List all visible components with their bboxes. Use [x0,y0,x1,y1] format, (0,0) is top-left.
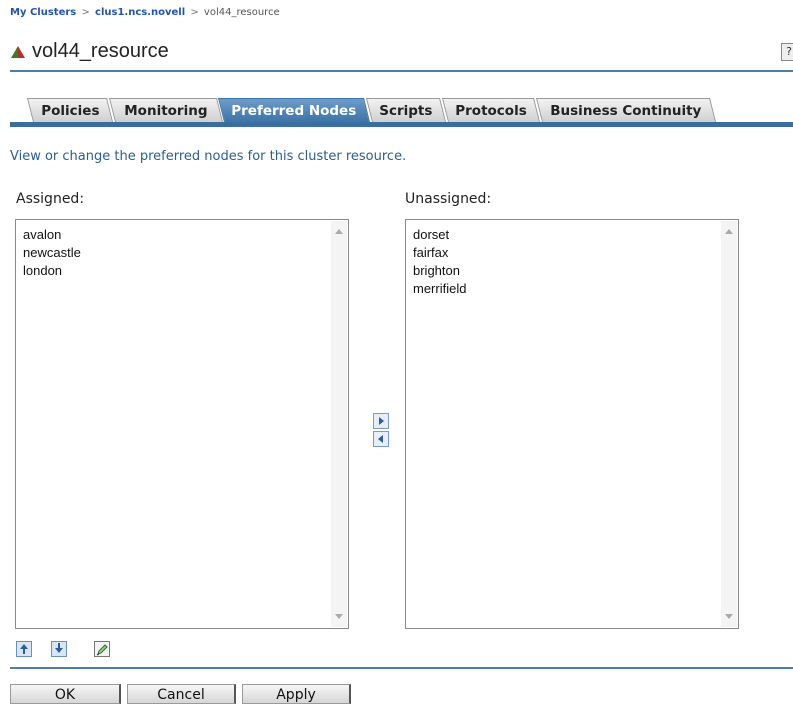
title-row: vol44_resource ? [10,40,793,68]
breadcrumb-cluster[interactable]: clus1.ncs.novell [95,7,185,18]
list-item[interactable]: newcastle [23,244,81,262]
assigned-listbox[interactable]: avalon newcastle london [15,219,349,629]
page-title: vol44_resource [32,40,169,62]
breadcrumb-current: vol44_resource [203,7,280,18]
pencil-icon-glyph [96,644,108,656]
unassigned-label: Unassigned: [405,191,492,207]
pencil-icon[interactable] [94,641,110,657]
list-item[interactable]: fairfax [413,244,466,262]
ok-button[interactable]: OK [10,684,121,704]
unassigned-listbox[interactable]: dorset fairfax brighton merrifield [405,219,739,629]
tab-underline [10,122,793,127]
assigned-label: Assigned: [16,191,85,207]
tab-preferred-nodes[interactable]: Preferred Nodes [218,98,370,122]
tab-label: Scripts [379,103,433,119]
scroll-up-icon[interactable] [335,229,343,234]
arrow-up-icon[interactable] [16,641,32,657]
tab-label: Business Continuity [550,103,702,119]
arrow-left-icon[interactable] [373,431,389,447]
title-divider [10,70,793,72]
unassigned-items: dorset fairfax brighton merrifield [413,226,466,298]
tab-monitoring[interactable]: Monitoring [109,98,223,122]
apply-button[interactable]: Apply [242,684,351,704]
arrow-down-icon[interactable] [51,641,67,657]
list-item[interactable]: avalon [23,226,81,244]
breadcrumb-separator: > [190,7,199,18]
list-item[interactable]: merrifield [413,280,466,298]
scroll-down-icon[interactable] [335,614,343,619]
assigned-items: avalon newcastle london [23,226,81,280]
scrollbar[interactable] [331,221,347,627]
tab-scripts[interactable]: Scripts [366,98,446,122]
help-icon[interactable]: ? [781,43,793,61]
tab-label: Policies [41,103,100,119]
scroll-down-icon[interactable] [725,614,733,619]
list-item[interactable]: dorset [413,226,466,244]
tab-protocols[interactable]: Protocols [442,98,540,122]
cancel-button[interactable]: Cancel [127,684,236,704]
tab-label: Monitoring [124,103,208,119]
tab-label: Protocols [455,103,527,119]
bottom-divider [10,667,793,669]
list-item[interactable]: brighton [413,262,466,280]
tab-business-continuity[interactable]: Business Continuity [536,98,716,122]
breadcrumb-my-clusters[interactable]: My Clusters [10,7,76,18]
list-item[interactable]: london [23,262,81,280]
cluster-resource-icon [11,46,25,58]
tab-policies[interactable]: Policies [27,98,113,122]
tab-label: Preferred Nodes [231,103,357,119]
arrow-right-icon[interactable] [373,413,389,429]
scroll-up-icon[interactable] [725,229,733,234]
scrollbar[interactable] [721,221,737,627]
page-description: View or change the preferred nodes for t… [10,149,407,164]
breadcrumb-separator: > [81,7,90,18]
breadcrumb: My Clusters > clus1.ncs.novell > vol44_r… [10,7,280,18]
